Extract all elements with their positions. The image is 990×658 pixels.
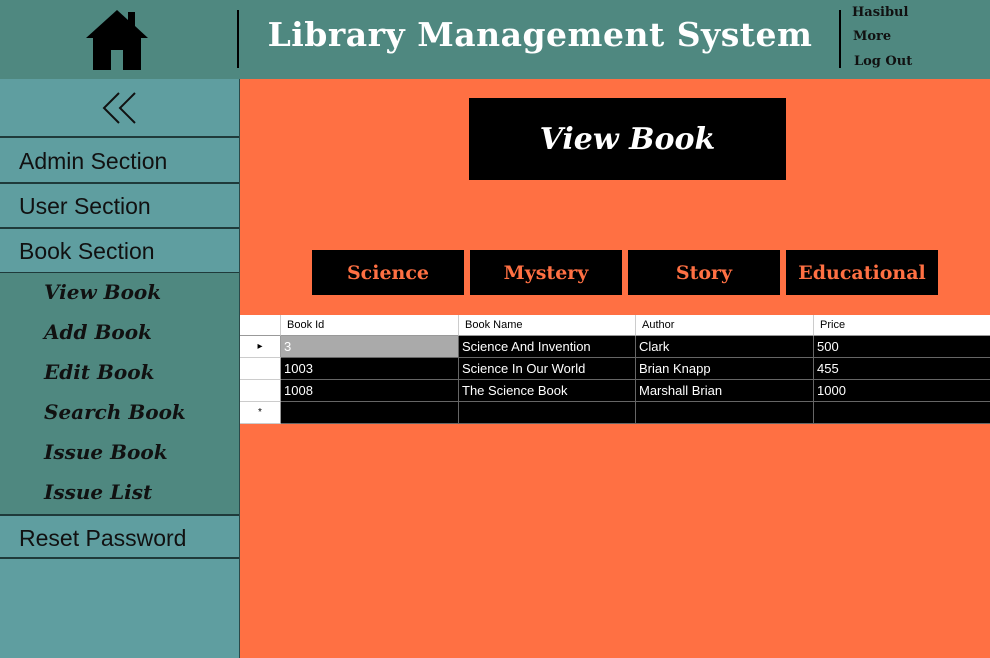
cell-book-name[interactable]: Science In Our World — [459, 358, 636, 380]
app-title: Library Management System — [267, 15, 813, 54]
collapse-sidebar-button[interactable] — [0, 79, 239, 138]
cell-new-author[interactable] — [636, 402, 814, 424]
table-row[interactable]: 1003 Science In Our World Brian Knapp 45… — [240, 358, 990, 380]
category-educational-button[interactable]: Educational — [786, 250, 938, 295]
new-row-asterisk-icon: * — [258, 407, 262, 418]
cell-book-name[interactable]: The Science Book — [459, 380, 636, 402]
cell-book-id[interactable]: 3 — [281, 336, 459, 358]
sidebar: Admin Section User Section Book Section … — [0, 79, 240, 658]
row-selector[interactable]: ▸ — [240, 336, 281, 358]
cell-author[interactable]: Marshall Brian — [636, 380, 814, 402]
category-mystery-button[interactable]: Mystery — [470, 250, 622, 295]
cell-price[interactable]: 500 — [814, 336, 990, 358]
grid-header: Book Id Book Name Author Price — [240, 315, 990, 336]
double-chevron-left-icon — [102, 91, 136, 124]
column-header-author[interactable]: Author — [636, 315, 814, 336]
header-divider — [237, 10, 239, 68]
cell-new-book-name[interactable] — [459, 402, 636, 424]
page-title-box: View Book — [469, 98, 786, 180]
cell-price[interactable]: 1000 — [814, 380, 990, 402]
submenu-edit-book[interactable]: Edit Book — [44, 360, 154, 384]
more-link[interactable]: More — [853, 29, 891, 44]
row-selector[interactable]: * — [240, 402, 281, 424]
cell-book-id[interactable]: 1003 — [281, 358, 459, 380]
cell-new-price[interactable] — [814, 402, 990, 424]
current-row-arrow-icon: ▸ — [257, 341, 263, 352]
sidebar-item-admin[interactable]: Admin Section — [0, 139, 239, 184]
header-divider — [839, 10, 841, 68]
column-header-book-id[interactable]: Book Id — [281, 315, 459, 336]
cell-author[interactable]: Brian Knapp — [636, 358, 814, 380]
cell-book-name[interactable]: Science And Invention — [459, 336, 636, 358]
book-submenu: View Book Add Book Edit Book Search Book… — [0, 273, 239, 514]
table-row[interactable]: 1008 The Science Book Marshall Brian 100… — [240, 380, 990, 402]
submenu-add-book[interactable]: Add Book — [44, 320, 152, 344]
page-title: View Book — [539, 121, 716, 157]
table-row[interactable]: ▸ 3 Science And Invention Clark 500 — [240, 336, 990, 358]
cell-new-book-id[interactable] — [281, 402, 459, 424]
column-header-price[interactable]: Price — [814, 315, 990, 336]
column-header-book-name[interactable]: Book Name — [459, 315, 636, 336]
grid-corner — [240, 315, 281, 336]
submenu-issue-list[interactable]: Issue List — [44, 480, 152, 504]
category-science-button[interactable]: Science — [312, 250, 464, 295]
row-selector[interactable] — [240, 380, 281, 402]
new-row[interactable]: * — [240, 402, 990, 424]
logout-link[interactable]: Log Out — [854, 54, 912, 69]
cell-author[interactable]: Clark — [636, 336, 814, 358]
top-header: Library Management System Hasibul More L… — [0, 0, 990, 79]
sidebar-item-reset-password[interactable]: Reset Password — [0, 514, 239, 559]
row-selector[interactable] — [240, 358, 281, 380]
submenu-view-book[interactable]: View Book — [44, 280, 161, 304]
cell-price[interactable]: 455 — [814, 358, 990, 380]
user-name-link[interactable]: Hasibul — [852, 5, 908, 20]
home-icon[interactable] — [84, 8, 150, 71]
sidebar-item-user[interactable]: User Section — [0, 184, 239, 229]
sidebar-item-book[interactable]: Book Section — [0, 229, 239, 274]
cell-book-id[interactable]: 1008 — [281, 380, 459, 402]
submenu-search-book[interactable]: Search Book — [44, 400, 186, 424]
submenu-issue-book[interactable]: Issue Book — [44, 440, 168, 464]
category-story-button[interactable]: Story — [628, 250, 780, 295]
